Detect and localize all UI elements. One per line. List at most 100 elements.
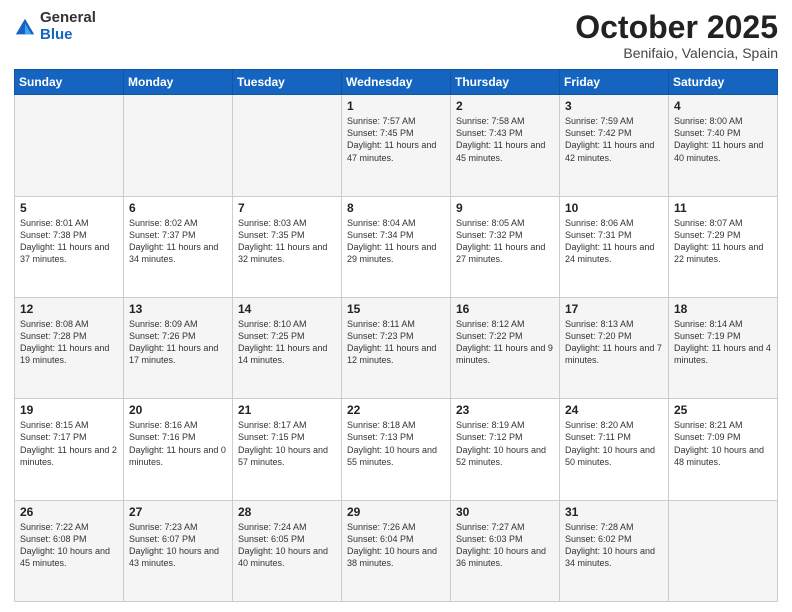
day-number: 2 xyxy=(456,99,554,113)
day-number: 18 xyxy=(674,302,772,316)
day-info: Sunrise: 8:19 AM Sunset: 7:12 PM Dayligh… xyxy=(456,419,554,468)
day-number: 5 xyxy=(20,201,118,215)
day-info: Sunrise: 8:07 AM Sunset: 7:29 PM Dayligh… xyxy=(674,217,772,266)
day-cell: 2Sunrise: 7:58 AM Sunset: 7:43 PM Daylig… xyxy=(451,95,560,196)
day-number: 30 xyxy=(456,505,554,519)
day-number: 1 xyxy=(347,99,445,113)
day-info: Sunrise: 8:03 AM Sunset: 7:35 PM Dayligh… xyxy=(238,217,336,266)
day-info: Sunrise: 8:11 AM Sunset: 7:23 PM Dayligh… xyxy=(347,318,445,367)
day-info: Sunrise: 8:04 AM Sunset: 7:34 PM Dayligh… xyxy=(347,217,445,266)
day-cell: 23 Sunrise: 8:19 AM Sunset: 7:12 PM Dayli… xyxy=(451,399,560,500)
day-cell: 4 Sunrise: 8:00 AM Sunset: 7:40 PM Daylig… xyxy=(669,95,778,196)
week-row-0: 1Sunrise: 7:57 AM Sunset: 7:45 PM Daylig… xyxy=(15,95,778,196)
day-number: 21 xyxy=(238,403,336,417)
day-info: Sunrise: 8:10 AM Sunset: 7:25 PM Dayligh… xyxy=(238,318,336,367)
weekday-thursday: Thursday xyxy=(451,70,560,95)
weekday-wednesday: Wednesday xyxy=(342,70,451,95)
day-cell: 26 Sunrise: 7:22 AM Sunset: 6:08 PM Dayli… xyxy=(15,500,124,601)
day-info: Sunrise: 8:02 AM Sunset: 7:37 PM Dayligh… xyxy=(129,217,227,266)
day-cell: 25Sunrise: 8:21 AM Sunset: 7:09 PM Dayli… xyxy=(669,399,778,500)
day-number: 31 xyxy=(565,505,663,519)
week-row-3: 19 Sunrise: 8:15 AM Sunset: 7:17 PM Dayli… xyxy=(15,399,778,500)
day-number: 28 xyxy=(238,505,336,519)
day-number: 11 xyxy=(674,201,772,215)
logo: General Blue xyxy=(14,10,96,43)
day-cell: 24Sunrise: 8:20 AM Sunset: 7:11 PM Dayli… xyxy=(560,399,669,500)
day-cell: 11 Sunrise: 8:07 AM Sunset: 7:29 PM Dayli… xyxy=(669,196,778,297)
day-cell: 29 Sunrise: 7:26 AM Sunset: 6:04 PM Dayli… xyxy=(342,500,451,601)
day-cell: 10Sunrise: 8:06 AM Sunset: 7:31 PM Dayli… xyxy=(560,196,669,297)
day-info: Sunrise: 7:22 AM Sunset: 6:08 PM Dayligh… xyxy=(20,521,118,570)
day-info: Sunrise: 8:00 AM Sunset: 7:40 PM Dayligh… xyxy=(674,115,772,164)
day-cell: 5 Sunrise: 8:01 AM Sunset: 7:38 PM Daylig… xyxy=(15,196,124,297)
day-info: Sunrise: 8:13 AM Sunset: 7:20 PM Dayligh… xyxy=(565,318,663,367)
day-cell: 8Sunrise: 8:04 AM Sunset: 7:34 PM Daylig… xyxy=(342,196,451,297)
day-cell: 22Sunrise: 8:18 AM Sunset: 7:13 PM Dayli… xyxy=(342,399,451,500)
day-info: Sunrise: 8:16 AM Sunset: 7:16 PM Dayligh… xyxy=(129,419,227,468)
logo-blue: Blue xyxy=(40,27,96,44)
day-cell: 20 Sunrise: 8:16 AM Sunset: 7:16 PM Dayli… xyxy=(124,399,233,500)
day-info: Sunrise: 7:24 AM Sunset: 6:05 PM Dayligh… xyxy=(238,521,336,570)
logo-general: General xyxy=(40,10,96,27)
week-row-2: 12Sunrise: 8:08 AM Sunset: 7:28 PM Dayli… xyxy=(15,297,778,398)
month-title: October 2025 xyxy=(575,10,778,45)
day-number: 4 xyxy=(674,99,772,113)
day-cell: 12Sunrise: 8:08 AM Sunset: 7:28 PM Dayli… xyxy=(15,297,124,398)
day-number: 14 xyxy=(238,302,336,316)
day-number: 17 xyxy=(565,302,663,316)
day-number: 7 xyxy=(238,201,336,215)
day-cell: 13Sunrise: 8:09 AM Sunset: 7:26 PM Dayli… xyxy=(124,297,233,398)
location: Benifaio, Valencia, Spain xyxy=(575,45,778,61)
day-info: Sunrise: 8:14 AM Sunset: 7:19 PM Dayligh… xyxy=(674,318,772,367)
day-number: 9 xyxy=(456,201,554,215)
day-info: Sunrise: 7:27 AM Sunset: 6:03 PM Dayligh… xyxy=(456,521,554,570)
day-number: 20 xyxy=(129,403,227,417)
day-number: 27 xyxy=(129,505,227,519)
day-cell xyxy=(669,500,778,601)
day-number: 26 xyxy=(20,505,118,519)
day-info: Sunrise: 7:26 AM Sunset: 6:04 PM Dayligh… xyxy=(347,521,445,570)
day-info: Sunrise: 7:23 AM Sunset: 6:07 PM Dayligh… xyxy=(129,521,227,570)
logo-text: General Blue xyxy=(40,10,96,43)
page: General Blue October 2025 Benifaio, Vale… xyxy=(0,0,792,612)
day-cell: 27 Sunrise: 7:23 AM Sunset: 6:07 PM Dayli… xyxy=(124,500,233,601)
day-number: 25 xyxy=(674,403,772,417)
weekday-header-row: SundayMondayTuesdayWednesdayThursdayFrid… xyxy=(15,70,778,95)
calendar-table: SundayMondayTuesdayWednesdayThursdayFrid… xyxy=(14,69,778,602)
weekday-tuesday: Tuesday xyxy=(233,70,342,95)
day-cell: 6 Sunrise: 8:02 AM Sunset: 7:37 PM Daylig… xyxy=(124,196,233,297)
day-cell: 28 Sunrise: 7:24 AM Sunset: 6:05 PM Dayli… xyxy=(233,500,342,601)
week-row-1: 5 Sunrise: 8:01 AM Sunset: 7:38 PM Daylig… xyxy=(15,196,778,297)
day-info: Sunrise: 8:17 AM Sunset: 7:15 PM Dayligh… xyxy=(238,419,336,468)
day-cell xyxy=(124,95,233,196)
day-info: Sunrise: 8:15 AM Sunset: 7:17 PM Dayligh… xyxy=(20,419,118,468)
day-cell: 18 Sunrise: 8:14 AM Sunset: 7:19 PM Dayli… xyxy=(669,297,778,398)
day-info: Sunrise: 7:28 AM Sunset: 6:02 PM Dayligh… xyxy=(565,521,663,570)
day-number: 12 xyxy=(20,302,118,316)
day-number: 29 xyxy=(347,505,445,519)
day-info: Sunrise: 7:59 AM Sunset: 7:42 PM Dayligh… xyxy=(565,115,663,164)
day-info: Sunrise: 8:01 AM Sunset: 7:38 PM Dayligh… xyxy=(20,217,118,266)
day-number: 6 xyxy=(129,201,227,215)
day-cell: 1Sunrise: 7:57 AM Sunset: 7:45 PM Daylig… xyxy=(342,95,451,196)
day-number: 13 xyxy=(129,302,227,316)
day-info: Sunrise: 8:05 AM Sunset: 7:32 PM Dayligh… xyxy=(456,217,554,266)
day-cell: 17 Sunrise: 8:13 AM Sunset: 7:20 PM Dayli… xyxy=(560,297,669,398)
day-info: Sunrise: 8:12 AM Sunset: 7:22 PM Dayligh… xyxy=(456,318,554,367)
weekday-monday: Monday xyxy=(124,70,233,95)
day-cell: 14 Sunrise: 8:10 AM Sunset: 7:25 PM Dayli… xyxy=(233,297,342,398)
day-number: 22 xyxy=(347,403,445,417)
day-cell: 3Sunrise: 7:59 AM Sunset: 7:42 PM Daylig… xyxy=(560,95,669,196)
day-number: 23 xyxy=(456,403,554,417)
logo-icon xyxy=(14,16,36,38)
title-block: October 2025 Benifaio, Valencia, Spain xyxy=(575,10,778,61)
weekday-friday: Friday xyxy=(560,70,669,95)
weekday-saturday: Saturday xyxy=(669,70,778,95)
day-cell xyxy=(15,95,124,196)
day-cell: 15 Sunrise: 8:11 AM Sunset: 7:23 PM Dayli… xyxy=(342,297,451,398)
day-cell: 9 Sunrise: 8:05 AM Sunset: 7:32 PM Daylig… xyxy=(451,196,560,297)
day-cell: 16Sunrise: 8:12 AM Sunset: 7:22 PM Dayli… xyxy=(451,297,560,398)
day-info: Sunrise: 8:06 AM Sunset: 7:31 PM Dayligh… xyxy=(565,217,663,266)
day-number: 15 xyxy=(347,302,445,316)
day-number: 19 xyxy=(20,403,118,417)
